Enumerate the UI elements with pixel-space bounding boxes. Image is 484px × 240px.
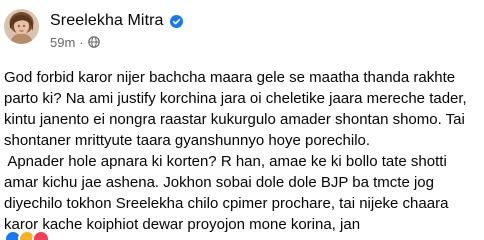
- post-text-line: shontaner mrittyute taara gyanshunnyo ho…: [4, 132, 371, 149]
- post-text-line: kintu janento ei nongra raastar kukurgul…: [4, 111, 465, 128]
- post-text-line: diyechilo tokhon Sreelekha chilo cpimer …: [4, 195, 449, 212]
- post-meta: 59m ·: [50, 33, 183, 51]
- name-row: Sreelekha Mitra: [50, 10, 183, 32]
- avatar[interactable]: [4, 9, 39, 44]
- post-text-line: Apnader hole apnara ki korten? R han, am…: [4, 153, 447, 170]
- timestamp[interactable]: 59m: [50, 35, 75, 50]
- post-text: God forbid karor nijer bachcha maara gel…: [4, 67, 482, 235]
- post-text-line: parto ki? Na ami justify korchina jara o…: [4, 90, 467, 107]
- post-text-line: karor kache koiphiot dewar proyojon mone…: [4, 216, 361, 233]
- post-header: Sreelekha Mitra 59m ·: [50, 10, 183, 51]
- globe-icon[interactable]: [87, 36, 100, 48]
- facebook-post: Sreelekha Mitra 59m · God forbid karor n…: [0, 0, 484, 240]
- post-text-line: amar kichu jae ashena. Jokhon sobai dole…: [4, 174, 434, 191]
- post-text-line: God forbid karor nijer bachcha maara gel…: [4, 69, 456, 86]
- meta-separator: ·: [79, 34, 84, 50]
- profile-photo: [4, 9, 39, 44]
- reaction-summary[interactable]: [4, 230, 50, 240]
- verified-badge-icon: [169, 14, 183, 28]
- author-name[interactable]: Sreelekha Mitra: [50, 12, 164, 30]
